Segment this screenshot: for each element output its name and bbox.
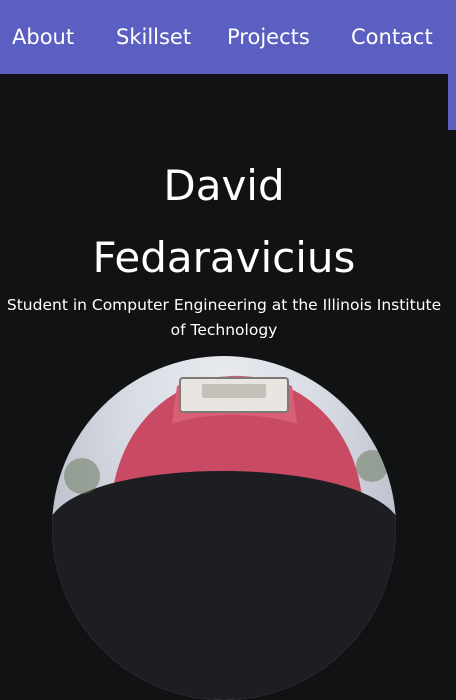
hero-name-last: Fedaravicius [92,233,356,282]
face-shadow [52,471,396,700]
cap-patch-emblem [202,384,266,398]
background-foliage-right [356,450,388,482]
hero-name-first: David [163,161,285,210]
hero-subtitle-line1: Student in Computer Engineering at the I… [6,296,442,314]
nav-link-projects[interactable]: Projects [227,23,310,51]
background-foliage-left [64,458,100,494]
nav-link-skillset[interactable]: Skillset [116,23,191,51]
profile-photo [52,356,396,700]
nav-link-contact[interactable]: Contact [351,23,433,51]
hero-subtitle-line2: of Technology [170,321,278,339]
nav-link-about[interactable]: About [12,23,74,51]
top-navigation: About Skillset Projects Contact [0,0,448,74]
profile-photo-illustration [52,375,396,700]
hero-name: David Fedaravicius [0,150,448,294]
scrollbar-thumb[interactable] [448,0,456,130]
hero-subtitle: Student in Computer Engineering at the I… [0,293,448,343]
